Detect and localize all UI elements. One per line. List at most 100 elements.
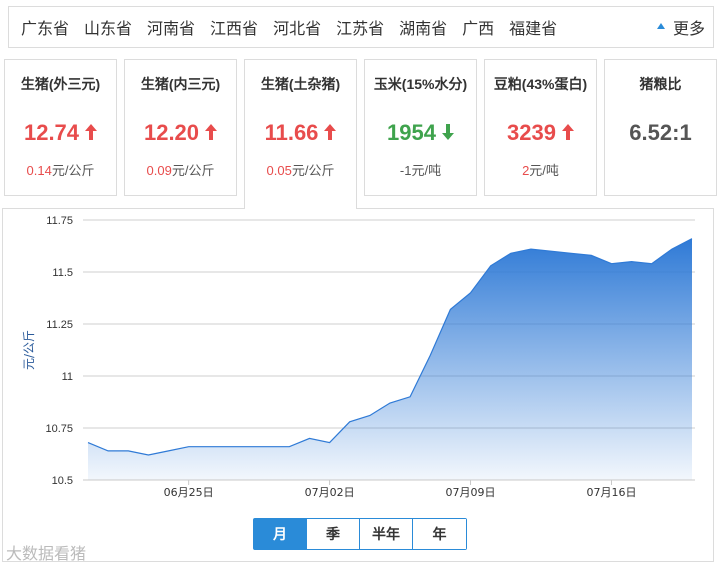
data-point xyxy=(127,450,129,452)
card-value: 12.20 xyxy=(125,120,236,146)
data-point xyxy=(309,437,311,439)
province-item[interactable]: 河南省 xyxy=(147,15,195,39)
data-point xyxy=(449,308,451,310)
card-title: 豆粕(43%蛋白) xyxy=(493,76,588,92)
arrow-up-icon xyxy=(324,120,337,146)
change-value: 0.09 xyxy=(146,163,172,178)
data-point xyxy=(268,446,270,448)
data-point xyxy=(208,446,210,448)
x-tick-label: 06月25日 xyxy=(164,486,214,499)
data-point xyxy=(248,446,250,448)
card-change: 0.05元/公斤 xyxy=(245,160,356,179)
province-item[interactable]: 广东省 xyxy=(21,15,69,39)
change-value: -1 xyxy=(399,163,412,178)
data-point xyxy=(530,248,532,250)
y-axis-label: 元/公斤 xyxy=(22,330,36,370)
arrow-up-icon xyxy=(205,120,218,146)
card-title: 玉米(15%水分) xyxy=(373,76,468,92)
data-point xyxy=(651,263,653,265)
data-point xyxy=(369,415,371,417)
data-point xyxy=(409,396,411,398)
data-point xyxy=(228,446,230,448)
card-value-number: 1954 xyxy=(387,120,436,145)
province-item[interactable]: 湖南省 xyxy=(399,15,447,39)
tab-month[interactable]: 月 xyxy=(254,519,307,549)
caret-up-icon xyxy=(656,23,665,29)
data-point xyxy=(87,442,89,444)
data-point xyxy=(389,402,391,404)
x-tick-label: 07月09日 xyxy=(446,486,496,499)
card-title: 生猪(内三元) xyxy=(140,76,221,92)
chart-panel: 10.5 10.75 11 11.25 11.5 11.75 元/公斤 06月25日 07月02… xyxy=(2,208,714,562)
x-tick-label: 07月16日 xyxy=(586,486,636,499)
tab-year[interactable]: 年 xyxy=(413,519,466,549)
price-card-soymeal[interactable]: 豆粕(43%蛋白) 3239 2元/吨 xyxy=(484,59,597,196)
y-tick-label: 10.75 xyxy=(45,423,73,435)
arrow-up-icon xyxy=(85,120,98,146)
data-point xyxy=(107,450,109,452)
card-value: 6.52:1 xyxy=(605,120,716,146)
watermark: 大数据看猪 xyxy=(6,540,86,564)
price-trend-chart: 10.5 10.75 11 11.25 11.5 11.75 元/公斤 06月25日 07月02… xyxy=(22,215,695,499)
data-point xyxy=(590,254,592,256)
data-point xyxy=(188,446,190,448)
data-point xyxy=(691,238,693,240)
tab-quarter[interactable]: 季 xyxy=(307,519,360,549)
card-title: 生猪(土杂猪) xyxy=(260,76,341,92)
province-item[interactable]: 江西省 xyxy=(210,15,258,39)
card-value: 3239 xyxy=(485,120,596,146)
data-point xyxy=(631,261,633,263)
data-point xyxy=(168,450,170,452)
change-value: 0.05 xyxy=(266,163,292,178)
series-area xyxy=(88,238,692,480)
card-value-number: 6.52:1 xyxy=(629,120,692,145)
province-item[interactable]: 山东省 xyxy=(84,15,132,39)
card-value: 11.66 xyxy=(245,120,356,146)
card-value-number: 3239 xyxy=(507,120,556,145)
card-change: -1元/吨 xyxy=(365,160,476,179)
x-tick-label: 07月02日 xyxy=(305,486,355,499)
card-change: 0.14元/公斤 xyxy=(5,160,116,179)
change-unit: 元/吨 xyxy=(529,163,559,178)
tab-half-year[interactable]: 半年 xyxy=(360,519,413,549)
card-value: 1954 xyxy=(365,120,476,146)
card-title: 猪粮比 xyxy=(639,76,682,92)
card-title: 生猪(外三元) xyxy=(20,76,101,92)
price-card-pig-local[interactable]: 生猪(土杂猪) 11.66 0.05元/公斤 xyxy=(244,59,357,209)
province-item[interactable]: 河北省 xyxy=(273,15,321,39)
data-point xyxy=(490,265,492,267)
data-point xyxy=(570,252,572,254)
data-point xyxy=(510,252,512,254)
data-point xyxy=(429,354,431,356)
data-point xyxy=(550,250,552,252)
y-tick-label: 11.25 xyxy=(46,319,73,331)
y-tick-label: 11 xyxy=(62,371,73,383)
y-tick-label: 10.5 xyxy=(52,475,73,487)
price-card-corn[interactable]: 玉米(15%水分) 1954 -1元/吨 xyxy=(364,59,477,196)
province-item[interactable]: 江苏省 xyxy=(336,15,384,39)
price-card-pig-outer[interactable]: 生猪(外三元) 12.74 0.14元/公斤 xyxy=(4,59,117,196)
card-value-number: 12.74 xyxy=(23,120,80,145)
more-button[interactable]: 更多 xyxy=(656,7,705,47)
change-unit: 元/公斤 xyxy=(291,163,335,178)
data-point xyxy=(349,421,351,423)
y-tick-label: 11.5 xyxy=(52,267,73,279)
province-item[interactable]: 广西 xyxy=(462,15,494,39)
card-change: 2元/吨 xyxy=(485,160,596,179)
price-card-pig-grain-ratio[interactable]: 猪粮比 6.52:1 xyxy=(604,59,717,196)
range-tabs: 月 季 半年 年 xyxy=(253,518,467,550)
province-bar: 广东省 山东省 河南省 江西省 河北省 江苏省 湖南省 广西 福建省 更多 xyxy=(8,6,714,48)
data-point xyxy=(470,292,472,294)
province-list: 广东省 山东省 河南省 江西省 河北省 江苏省 湖南省 广西 福建省 xyxy=(21,7,572,47)
change-unit: 元/公斤 xyxy=(171,163,215,178)
arrow-up-icon xyxy=(561,120,574,146)
change-unit: 元/公斤 xyxy=(51,163,95,178)
card-change: 0.09元/公斤 xyxy=(125,160,236,179)
province-item[interactable]: 福建省 xyxy=(509,15,557,39)
change-unit: 元/吨 xyxy=(411,163,442,178)
card-value-number: 12.20 xyxy=(143,120,200,145)
data-point xyxy=(611,263,613,265)
data-point xyxy=(671,248,673,250)
more-label: 更多 xyxy=(672,21,705,38)
price-card-pig-inner[interactable]: 生猪(内三元) 12.20 0.09元/公斤 xyxy=(124,59,237,196)
